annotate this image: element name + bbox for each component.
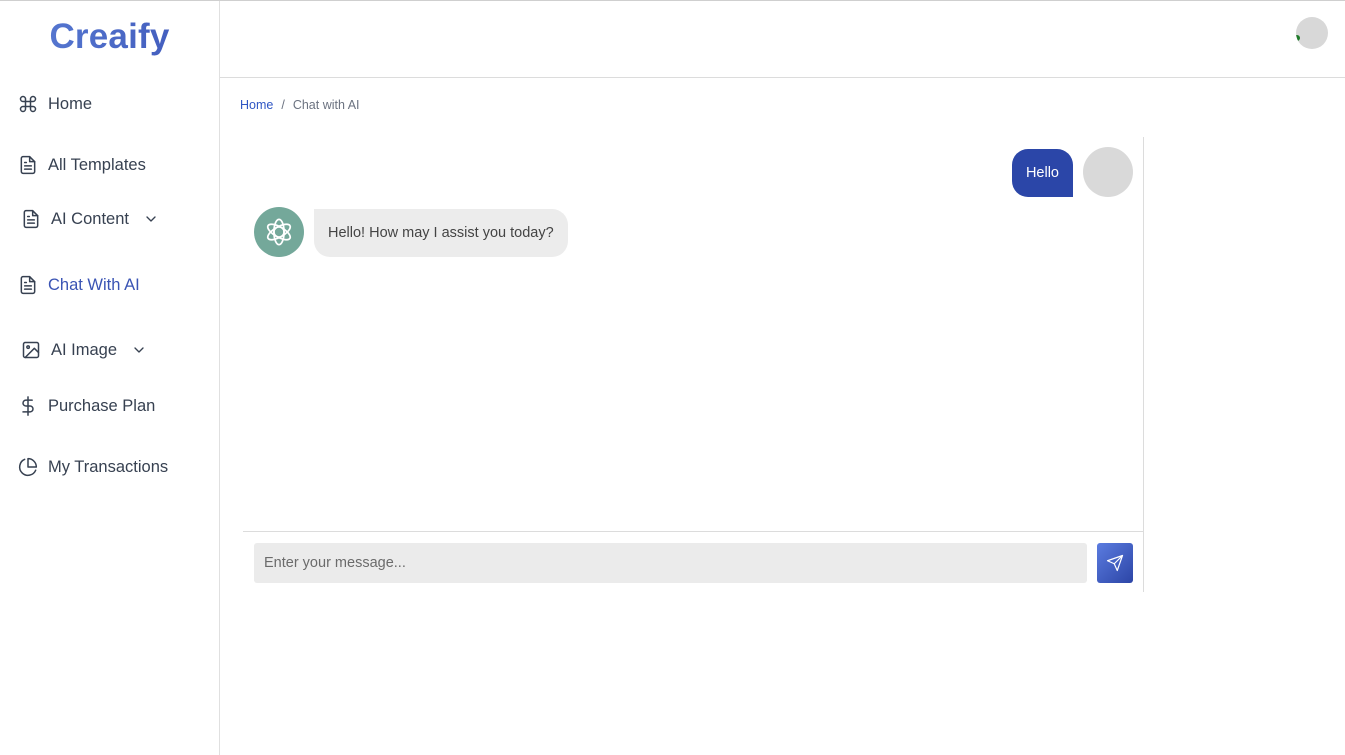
breadcrumb-current: Chat with AI	[292, 98, 360, 112]
sidebar-item-label: My Transactions	[48, 457, 169, 476]
sidebar-item-label: AI Image	[51, 340, 118, 359]
file-text-icon	[18, 275, 38, 295]
file-text-icon	[18, 155, 38, 175]
breadcrumb-separator: /	[281, 98, 285, 112]
sidebar-item-chat-with-ai[interactable]: Chat With AI	[18, 272, 140, 298]
ai-message-bubble: Hello! How may I assist you today?	[314, 209, 568, 257]
send-icon	[1106, 554, 1124, 572]
sidebar-item-label: Chat With AI	[48, 275, 140, 294]
sidebar-item-label: Purchase Plan	[48, 396, 156, 415]
sidebar-item-label: All Templates	[48, 155, 146, 174]
sidebar-item-ai-content[interactable]: AI Content	[21, 206, 159, 232]
top-header	[220, 1, 1345, 78]
app-root: Creaify Home All Templates AI Content Ch…	[0, 0, 1345, 755]
breadcrumb-home-link[interactable]: Home	[240, 98, 273, 112]
sidebar-item-label: AI Content	[51, 209, 129, 228]
ai-avatar	[254, 207, 304, 257]
sidebar-item-label: Home	[48, 94, 93, 113]
sidebar-item-home[interactable]: Home	[18, 91, 92, 117]
chevron-down-icon[interactable]	[131, 342, 147, 358]
dollar-icon	[18, 396, 38, 416]
file-text-icon	[21, 209, 41, 229]
app-logo[interactable]: Creaify	[0, 17, 219, 57]
breadcrumb: Home / Chat with AI	[240, 98, 360, 112]
profile-avatar[interactable]	[1296, 17, 1328, 49]
sidebar-item-ai-image[interactable]: AI Image	[21, 337, 147, 363]
send-button[interactable]	[1097, 543, 1133, 583]
sidebar: Creaify Home All Templates AI Content Ch…	[0, 1, 220, 755]
command-icon	[18, 94, 38, 114]
pie-chart-icon	[18, 457, 38, 477]
chevron-down-icon[interactable]	[143, 211, 159, 227]
sidebar-item-purchase-plan[interactable]: Purchase Plan	[18, 393, 155, 419]
message-input[interactable]	[254, 543, 1087, 583]
user-message-bubble: Hello	[1011, 149, 1073, 197]
sidebar-item-all-templates[interactable]: All Templates	[18, 152, 146, 178]
image-icon	[21, 340, 41, 360]
user-avatar	[1083, 147, 1133, 197]
openai-logo-icon	[266, 218, 292, 246]
sidebar-item-my-transactions[interactable]: My Transactions	[18, 454, 168, 480]
status-indicator	[1296, 35, 1300, 41]
chat-panel: Hello Hello! How may I assist you today?	[243, 137, 1144, 592]
message-composer	[243, 531, 1143, 592]
